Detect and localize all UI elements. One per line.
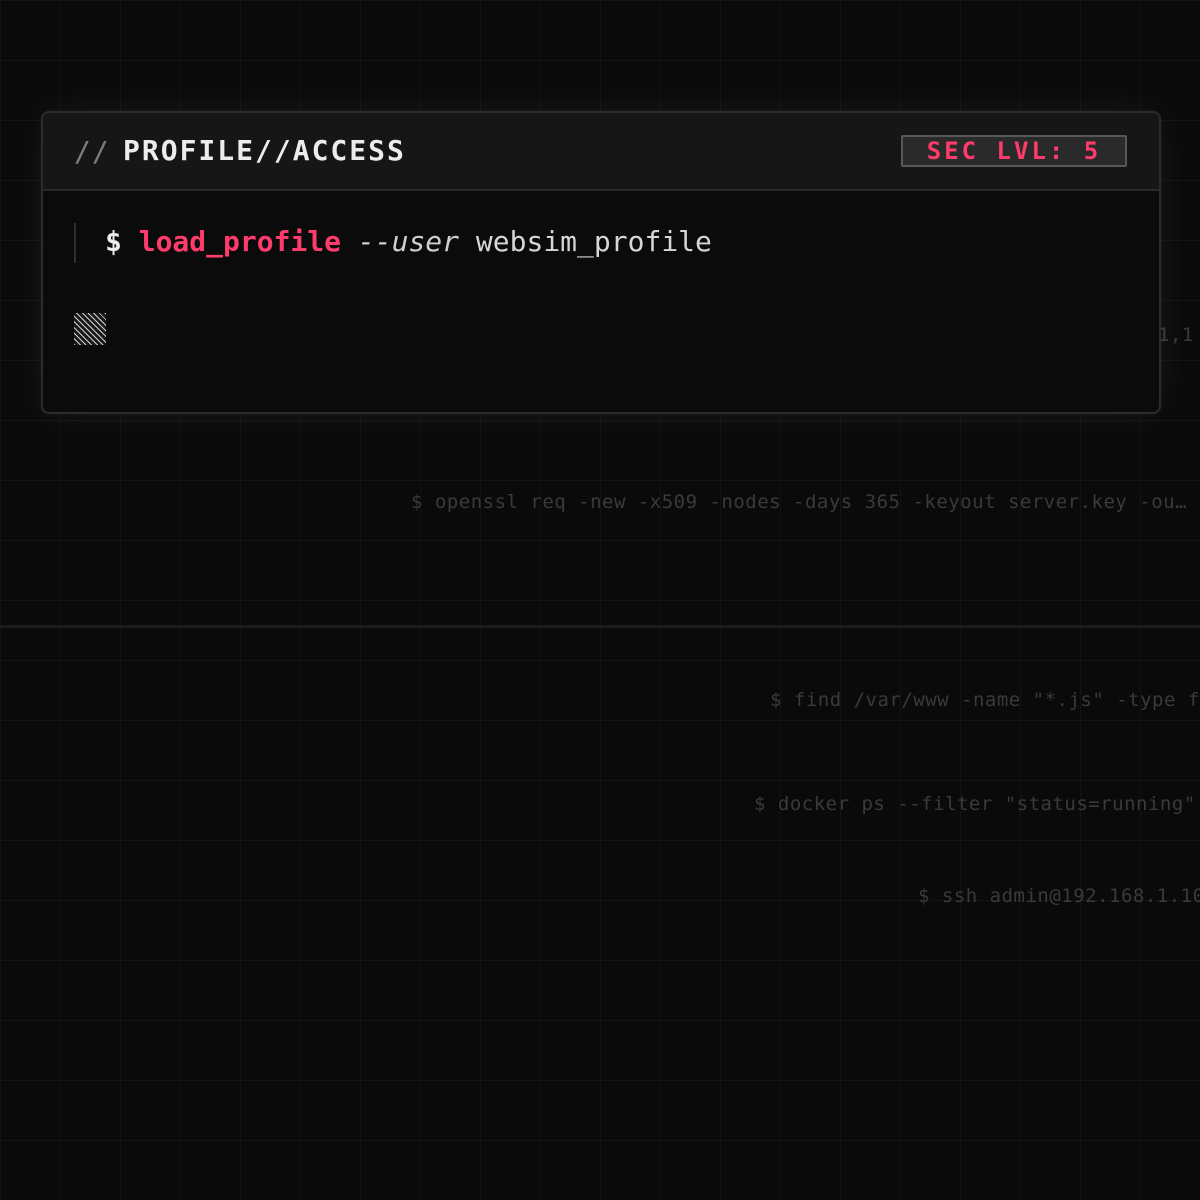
title-prefix: // — [74, 135, 110, 168]
background-command-find: $ find /var/www -name "*.js" -type f — [770, 689, 1200, 711]
security-level-badge: SEC LVL: 5 — [901, 135, 1127, 167]
prompt-indicator-bar — [74, 223, 76, 263]
command-prompt-symbol: $ — [105, 225, 122, 258]
command-argument: websim_profile — [475, 225, 712, 258]
background-command-ssh: $ ssh admin@192.168.1.10 — [918, 885, 1200, 907]
terminal-window: // PROFILE//ACCESS SEC LVL: 5 $ load_pro… — [41, 111, 1161, 414]
command-flag: --user — [357, 225, 460, 258]
command-line[interactable]: $ load_profile --user websim_profile — [105, 225, 712, 258]
background-command-fragment: 1,1 — [1158, 324, 1194, 346]
background-divider — [0, 625, 1200, 628]
terminal-header: // PROFILE//ACCESS SEC LVL: 5 — [43, 113, 1159, 191]
background-command-docker: $ docker ps --filter "status=running" — [754, 793, 1196, 815]
block-cursor-icon — [74, 313, 106, 345]
background-command-openssl: $ openssl req -new -x509 -nodes -days 36… — [411, 491, 1196, 513]
terminal-title: PROFILE//ACCESS — [123, 134, 406, 167]
command-name: load_profile — [138, 225, 342, 258]
